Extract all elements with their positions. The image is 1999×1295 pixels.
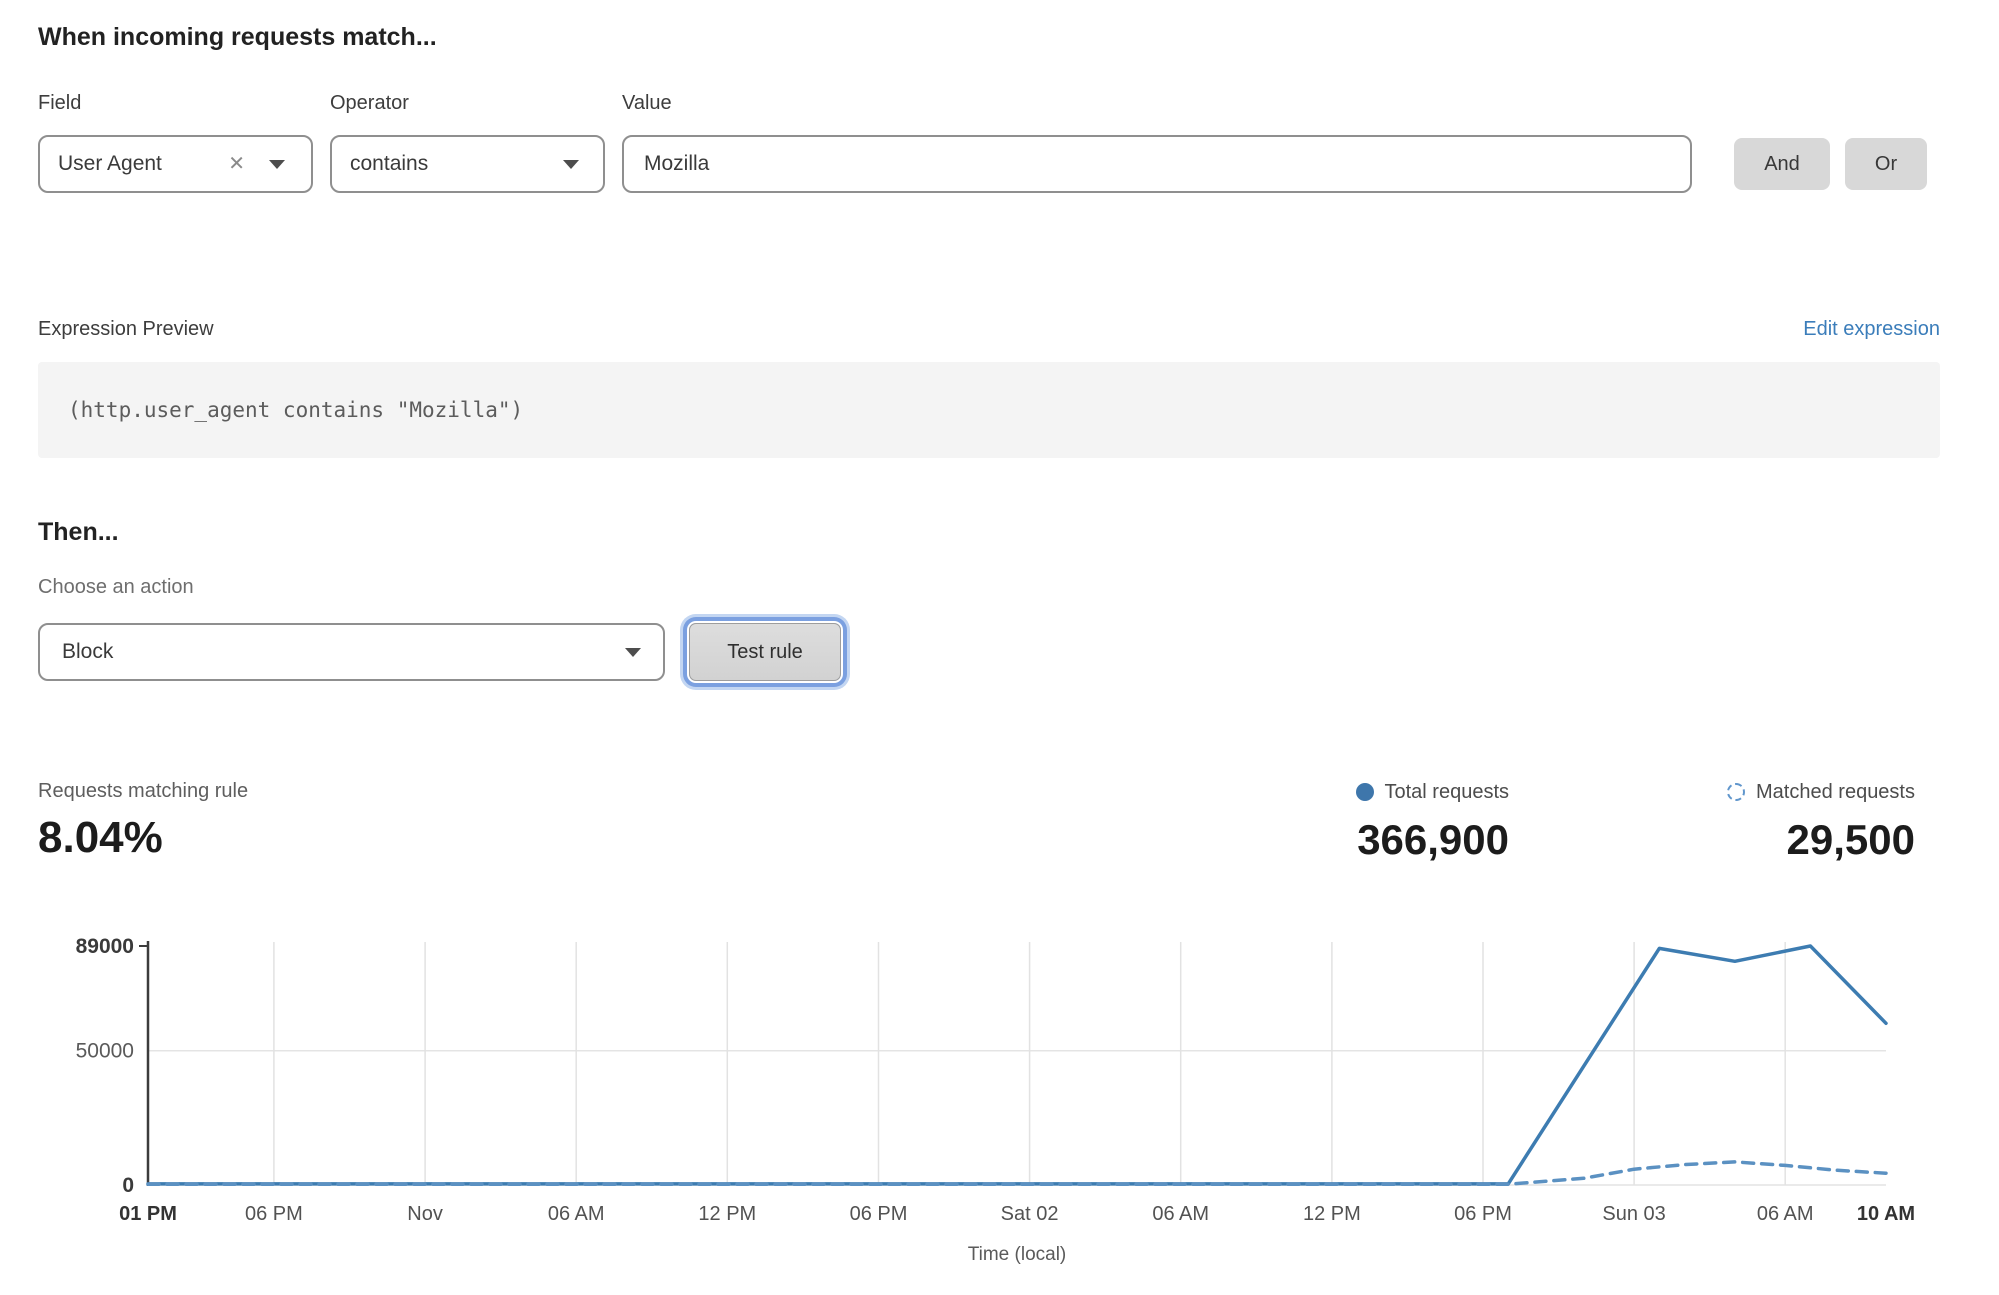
matched-requests-value: 29,500	[1727, 816, 1915, 864]
requests-matching-stat: Requests matching rule 8.04%	[38, 780, 248, 864]
value-input[interactable]	[622, 135, 1692, 193]
svg-text:06 AM: 06 AM	[1757, 1203, 1814, 1225]
action-row: Block Test rule	[38, 616, 1940, 688]
chevron-down-icon	[563, 160, 579, 169]
operator-select[interactable]: contains	[330, 135, 605, 193]
chevron-down-icon	[269, 160, 285, 169]
svg-text:06 AM: 06 AM	[1152, 1203, 1209, 1225]
dashed-circle-icon	[1727, 783, 1745, 801]
expression-header: Expression Preview Edit expression	[38, 318, 1940, 346]
svg-text:06 AM: 06 AM	[548, 1203, 605, 1225]
action-select-value: Block	[62, 640, 113, 664]
chart-container: 0 50000 89000 01 PM 06 PM Nov 06 AM 12 PM 06 PM S…	[38, 928, 1940, 1278]
total-requests-label: Total requests	[1385, 781, 1510, 804]
then-section-title: Then...	[38, 514, 1940, 550]
control-labels-row: Field Operator Value	[38, 92, 1940, 116]
requests-chart: 0 50000 89000 01 PM 06 PM Nov 06 AM 12 PM 06 PM S…	[38, 928, 1940, 1273]
svg-text:89000: 89000	[76, 935, 134, 958]
operator-select-value: contains	[350, 152, 428, 176]
and-button[interactable]: And	[1734, 138, 1830, 190]
action-select[interactable]: Block	[38, 623, 665, 681]
total-requests-legend: Total requests	[1356, 780, 1510, 804]
expression-code: (http.user_agent contains "Mozilla")	[68, 398, 523, 422]
matched-requests-stat: Matched requests 29,500	[1727, 780, 1915, 864]
match-section-title: When incoming requests match...	[38, 20, 1940, 54]
clear-field-icon[interactable]: ✕	[224, 154, 249, 174]
expression-preview-label: Expression Preview	[38, 318, 214, 341]
requests-matching-label: Requests matching rule	[38, 780, 248, 803]
field-select-value: User Agent	[58, 152, 162, 176]
solid-dot-icon	[1356, 783, 1374, 801]
rule-controls-row: User Agent ✕ contains And Or	[38, 133, 1940, 195]
field-label: Field	[38, 92, 330, 116]
choose-action-label: Choose an action	[38, 576, 1940, 600]
svg-text:12 PM: 12 PM	[698, 1203, 756, 1225]
svg-text:Nov: Nov	[407, 1203, 443, 1225]
svg-text:06 PM: 06 PM	[245, 1203, 303, 1225]
edit-expression-link[interactable]: Edit expression	[1803, 318, 1940, 341]
svg-text:06 PM: 06 PM	[1454, 1203, 1512, 1225]
svg-text:06 PM: 06 PM	[850, 1203, 908, 1225]
value-label: Value	[622, 92, 1940, 116]
operator-label: Operator	[330, 92, 622, 116]
svg-text:50000: 50000	[76, 1040, 134, 1063]
requests-matching-value: 8.04%	[38, 813, 248, 863]
svg-text:Sat 02: Sat 02	[1001, 1203, 1059, 1225]
svg-text:Sun 03: Sun 03	[1602, 1203, 1665, 1225]
expression-preview-box: (http.user_agent contains "Mozilla")	[38, 362, 1940, 458]
chevron-down-icon	[625, 648, 641, 657]
test-rule-button[interactable]: Test rule	[689, 623, 841, 681]
svg-text:Time (local): Time (local)	[968, 1244, 1067, 1265]
or-button[interactable]: Or	[1845, 138, 1927, 190]
svg-text:0: 0	[122, 1174, 134, 1197]
matched-requests-label: Matched requests	[1756, 781, 1915, 804]
svg-text:10 AM: 10 AM	[1857, 1203, 1915, 1225]
svg-text:01 PM: 01 PM	[119, 1203, 177, 1225]
total-requests-stat: Total requests 366,900	[1356, 780, 1510, 864]
matched-requests-legend: Matched requests	[1727, 780, 1915, 804]
firewall-rule-editor: When incoming requests match... Field Op…	[0, 0, 1999, 1295]
total-requests-value: 366,900	[1356, 816, 1510, 864]
field-select[interactable]: User Agent ✕	[38, 135, 313, 193]
svg-text:12 PM: 12 PM	[1303, 1203, 1361, 1225]
stats-row: Requests matching rule 8.04% Total reque…	[38, 780, 1940, 864]
